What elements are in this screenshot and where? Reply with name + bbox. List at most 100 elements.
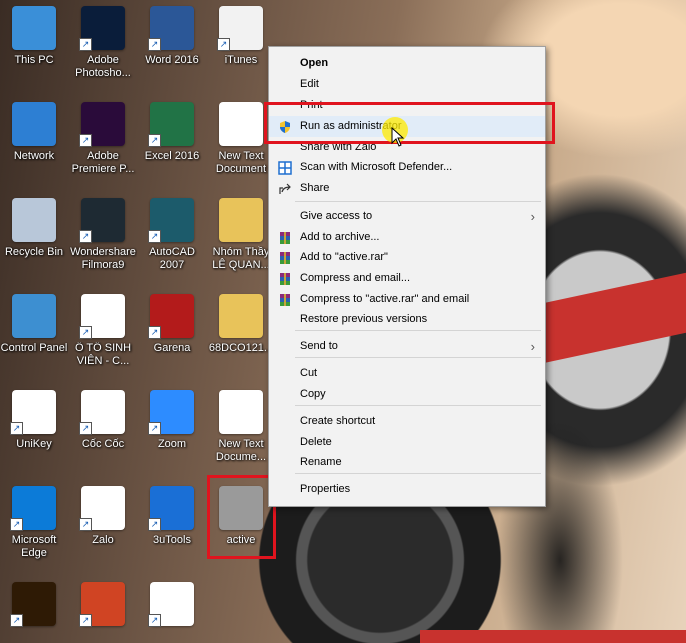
- menu-item-label: Give access to: [300, 210, 373, 222]
- desktop-icon[interactable]: iTunes ↗: [207, 2, 275, 94]
- wallpaper-stripe: [420, 630, 686, 643]
- menu-item[interactable]: Properties: [269, 479, 545, 500]
- run-as-admin-highlight-box: [264, 102, 555, 144]
- desktop-icon[interactable]: ↗: [0, 578, 68, 643]
- shortcut-arrow-icon: ↗: [79, 326, 92, 339]
- menu-item[interactable]: Cut: [269, 363, 545, 384]
- menu-item[interactable]: Give access to ›: [269, 206, 545, 227]
- menu-item[interactable]: Add to "active.rar": [269, 247, 545, 268]
- menu-item[interactable]: Add to archive...: [269, 227, 545, 248]
- desktop-icon[interactable]: Control Panel: [0, 290, 68, 382]
- desktop-icon[interactable]: This PC: [0, 2, 68, 94]
- shortcut-arrow-icon: ↗: [148, 518, 161, 531]
- share-icon: [278, 182, 292, 195]
- menu-item-label: Scan with Microsoft Defender...: [300, 161, 453, 173]
- menu-item[interactable]: Scan with Microsoft Defender...: [269, 157, 545, 178]
- desktop-background: This PC Adobe Photosho... ↗ Word 2016 ↗ iTune…: [0, 0, 686, 643]
- recycle-bin-icon: [12, 198, 56, 242]
- menu-item[interactable]: Send to ›: [269, 336, 545, 357]
- menu-item[interactable]: Share: [269, 178, 545, 199]
- menu-item[interactable]: Rename: [269, 452, 545, 473]
- menu-item[interactable]: Delete: [269, 432, 545, 453]
- desktop-icon[interactable]: ↗: [69, 578, 137, 643]
- desktop-icon[interactable]: Ô TÔ SINH VIÊN - C... ↗: [69, 290, 137, 382]
- desktop-icon-label: Ô TÔ SINH VIÊN - C...: [74, 342, 132, 367]
- desktop-icon[interactable]: Network: [0, 98, 68, 190]
- shortcut-arrow-icon: ↗: [10, 518, 23, 531]
- folder-icon: [219, 294, 263, 338]
- menu-item-label: Rename: [300, 456, 342, 468]
- menu-item[interactable]: Compress to "active.rar" and email: [269, 289, 545, 310]
- desktop-icon-label: Word 2016: [145, 54, 199, 66]
- desktop-icon[interactable]: Adobe Photosho... ↗: [69, 2, 137, 94]
- desktop-icon[interactable]: Excel 2016 ↗: [138, 98, 206, 190]
- shortcut-arrow-icon: ↗: [79, 38, 92, 51]
- shortcut-arrow-icon: ↗: [148, 230, 161, 243]
- desktop-icon-label: Cốc Cốc: [81, 438, 125, 450]
- desktop-icon[interactable]: AutoCAD 2007 ↗: [138, 194, 206, 286]
- shortcut-arrow-icon: ↗: [217, 38, 230, 51]
- shortcut-arrow-icon: ↗: [79, 422, 92, 435]
- shortcut-arrow-icon: ↗: [79, 230, 92, 243]
- desktop-icon-label: iTunes: [224, 54, 258, 66]
- winrar-icon: [278, 272, 292, 285]
- menu-item-label: Edit: [300, 78, 319, 90]
- menu-separator: [295, 357, 541, 358]
- shortcut-arrow-icon: ↗: [79, 134, 92, 147]
- shortcut-arrow-icon: ↗: [79, 614, 92, 627]
- desktop-icon-label: New Text Document: [215, 150, 267, 175]
- winrar-icon: [278, 293, 292, 306]
- selection-highlight-box: [207, 475, 276, 559]
- desktop-icon[interactable]: New Text Docume...: [207, 386, 275, 478]
- menu-item[interactable]: Copy: [269, 384, 545, 405]
- desktop-icon-label: Zoom: [157, 438, 187, 450]
- desktop-icon[interactable]: Adobe Premiere P... ↗: [69, 98, 137, 190]
- shortcut-arrow-icon: ↗: [148, 422, 161, 435]
- menu-item-label: Share: [300, 182, 330, 194]
- desktop-icon[interactable]: Nhóm Thầy LÊ QUAN...: [207, 194, 275, 286]
- shortcut-arrow-icon: ↗: [148, 326, 161, 339]
- menu-item-label: Create shortcut: [300, 415, 376, 427]
- desktop-icon[interactable]: ↗: [138, 578, 206, 643]
- desktop-icon-label: Adobe Photosho...: [75, 54, 131, 79]
- desktop-icon[interactable]: Zalo ↗: [69, 482, 137, 574]
- desktop-icon[interactable]: Zoom ↗: [138, 386, 206, 478]
- desktop-icon-label: Garena: [153, 342, 191, 354]
- text-document-icon: [219, 102, 263, 146]
- menu-separator: [295, 201, 541, 202]
- desktop-icon[interactable]: Garena ↗: [138, 290, 206, 382]
- desktop-icon[interactable]: Recycle Bin: [0, 194, 68, 286]
- menu-separator: [295, 473, 541, 474]
- shortcut-arrow-icon: ↗: [148, 134, 161, 147]
- chevron-right-icon: ›: [530, 339, 535, 354]
- desktop-icon-label: 68DCO121...: [208, 342, 274, 354]
- text-document-icon: [219, 390, 263, 434]
- desktop-icon[interactable]: Microsoft Edge ↗: [0, 482, 68, 574]
- folder-icon: [219, 198, 263, 242]
- desktop-icon[interactable]: 68DCO121...: [207, 290, 275, 382]
- desktop-icon-label: 3uTools: [153, 534, 191, 546]
- desktop-icon[interactable]: Cốc Cốc ↗: [69, 386, 137, 478]
- desktop-icon-label: UniKey: [16, 438, 52, 450]
- desktop-icon[interactable]: 3uTools ↗: [138, 482, 206, 574]
- shortcut-arrow-icon: ↗: [148, 38, 161, 51]
- menu-item-label: Delete: [300, 436, 332, 448]
- winrar-icon: [278, 251, 292, 264]
- desktop-icon[interactable]: UniKey ↗: [0, 386, 68, 478]
- menu-item[interactable]: Edit: [269, 74, 545, 95]
- menu-item[interactable]: Compress and email...: [269, 268, 545, 289]
- desktop-icon-label: New Text Docume...: [215, 438, 267, 463]
- shortcut-arrow-icon: ↗: [79, 518, 92, 531]
- desktop-icon[interactable]: Wondershare Filmora9 ↗: [69, 194, 137, 286]
- desktop-icon-label: [69, 630, 137, 643]
- desktop-icon-label: Wondershare Filmora9: [70, 246, 136, 271]
- menu-item-label: Open: [300, 57, 329, 69]
- menu-item[interactable]: Open: [269, 53, 545, 74]
- menu-separator: [295, 330, 541, 331]
- menu-item[interactable]: Create shortcut: [269, 411, 545, 432]
- desktop-icon-label: Recycle Bin: [4, 246, 64, 258]
- desktop-icon[interactable]: Word 2016 ↗: [138, 2, 206, 94]
- desktop-icon-label: Microsoft Edge: [11, 534, 57, 559]
- menu-item[interactable]: Restore previous versions: [269, 309, 545, 330]
- network-icon: [12, 102, 56, 146]
